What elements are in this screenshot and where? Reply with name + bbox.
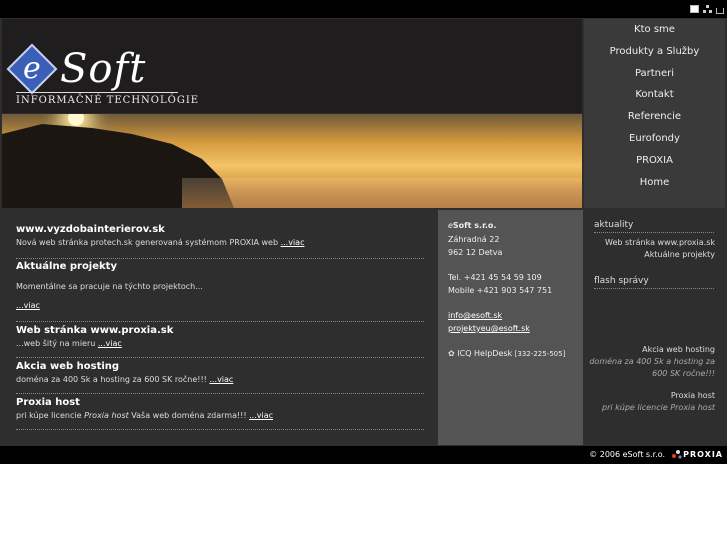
main-nav: Kto sme Produkty a Služby Partneri Konta… — [584, 19, 725, 208]
news-title[interactable]: www.vyzdobainterierov.sk — [16, 224, 424, 235]
news-panel: www.vyzdobainterierov.sk Nová web stránk… — [2, 210, 437, 445]
nav-item-kto-sme[interactable]: Kto sme — [584, 19, 725, 41]
top-icons — [690, 5, 724, 14]
email-link[interactable]: info@esoft.sk — [448, 311, 502, 320]
icq-flower-icon: ✿ — [448, 349, 455, 358]
news-title[interactable]: Web stránka www.proxia.sk — [16, 325, 424, 336]
news-text: Momentálne sa pracuje na týchto projekto… — [16, 282, 203, 291]
sitemap-icon[interactable] — [703, 5, 712, 13]
aktuality-item[interactable]: Web stránka www.proxia.sk — [585, 237, 715, 249]
home-icon[interactable] — [716, 8, 724, 14]
news-item: Web stránka www.proxia.sk ...web šitý na… — [16, 325, 424, 348]
contact-email2: projektyeu@esoft.sk — [448, 323, 530, 335]
news-title[interactable]: Akcia web hosting — [16, 361, 424, 372]
news-text: pri kúpe licencie Proxia host Vaša web d… — [16, 411, 274, 420]
nav-item-produkty[interactable]: Produkty a Služby — [584, 41, 725, 63]
aktuality-item[interactable]: Aktuálne projekty — [585, 249, 715, 261]
news-text: ...viac — [16, 301, 424, 310]
email-link[interactable]: projektyeu@esoft.sk — [448, 324, 530, 333]
flash-heading: flash správy — [594, 276, 714, 289]
clouds — [182, 178, 582, 208]
footer: © 2006 eSoft s.r.o. PROXIA — [0, 446, 727, 464]
news-item: Akcia web hosting doména za 400 Sk a hos… — [16, 361, 424, 384]
news-item: Proxia host pri kúpe licencie Proxia hos… — [16, 397, 424, 420]
banner-image — [2, 114, 582, 208]
news-text: Nová web stránka protech.sk generovaná s… — [16, 238, 305, 247]
news-item: www.vyzdobainterierov.sk Nová web stránk… — [16, 224, 424, 247]
flash-title[interactable]: Akcia web hosting — [585, 344, 715, 356]
divider — [16, 393, 424, 394]
aktuality-heading: aktuality — [594, 220, 714, 233]
more-link[interactable]: ...viac — [209, 375, 233, 384]
side-panel: aktuality Web stránka www.proxia.sk Aktu… — [584, 210, 725, 445]
flash-title[interactable]: Proxia host — [585, 390, 715, 402]
contact-street: Záhradná 22 — [448, 235, 500, 244]
logo-subtitle: INFORMAČNÉ TECHNOLÓGIE — [16, 95, 200, 106]
contact-panel: eSoft s.r.o. Záhradná 22 962 12 Detva Te… — [438, 210, 583, 445]
more-link[interactable]: ...viac — [249, 411, 273, 420]
logo-word: Soft — [60, 46, 147, 92]
icq-helpdesk[interactable]: ✿ ICQ HelpDesk [332-225-505] — [448, 348, 565, 360]
news-title[interactable]: Aktuálne projekty — [16, 261, 424, 272]
contact-email1: info@esoft.sk — [448, 310, 502, 322]
nav-item-referencie[interactable]: Referencie — [584, 106, 725, 128]
proxia-logo-text[interactable]: PROXIA — [683, 450, 723, 459]
news-title[interactable]: Proxia host — [16, 397, 424, 408]
logo-letter: e — [23, 51, 41, 86]
news-item: Aktuálne projekty Momentálne sa pracuje … — [16, 261, 424, 310]
contact-company: eSoft s.r.o. — [448, 221, 497, 230]
more-link[interactable]: ...viac — [98, 339, 122, 348]
news-text: ...web šitý na mieru ...viac — [16, 339, 122, 348]
top-bar — [0, 0, 727, 18]
news-text: doména za 400 Sk a hosting za 600 SK roč… — [16, 375, 234, 384]
proxia-logo-icon — [672, 450, 682, 459]
divider — [16, 258, 424, 259]
print-icon[interactable] — [690, 5, 699, 13]
copyright: © 2006 eSoft s.r.o. — [589, 450, 665, 459]
divider — [16, 321, 424, 322]
more-link[interactable]: ...viac — [16, 301, 40, 310]
more-link[interactable]: ...viac — [281, 238, 305, 247]
page-frame: e Soft INFORMAČNÉ TECHNOLÓGIE Kto sme Pr… — [0, 18, 727, 446]
logo-area: e Soft INFORMAČNÉ TECHNOLÓGIE — [2, 19, 582, 113]
flash-text: doména za 400 Sk a hosting za 600 SK roč… — [589, 357, 715, 378]
nav-item-home[interactable]: Home — [584, 172, 725, 194]
nav-item-proxia[interactable]: PROXIA — [584, 150, 725, 172]
logo-divider — [16, 92, 178, 93]
nav-item-partneri[interactable]: Partneri — [584, 63, 725, 85]
contact-city: 962 12 Detva — [448, 248, 503, 257]
nav-item-kontakt[interactable]: Kontakt — [584, 84, 725, 106]
nav-item-eurofondy[interactable]: Eurofondy — [584, 128, 725, 150]
contact-mobile: Mobile +421 903 547 751 — [448, 286, 553, 295]
divider — [16, 357, 424, 358]
flash-text: pri kúpe licencie Proxia host — [602, 403, 715, 412]
contact-tel: Tel. +421 45 54 59 109 — [448, 273, 542, 282]
divider — [16, 429, 424, 430]
